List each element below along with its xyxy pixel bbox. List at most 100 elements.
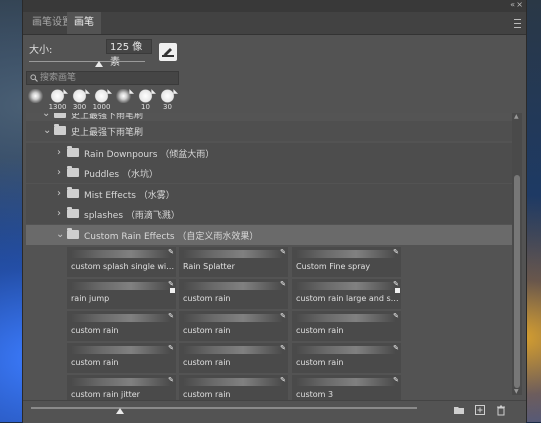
recent-brushes-strip: ◣ 1300 ◣ 300 ◣ 1000 ◣ ◣ 10 ◣ 30 xyxy=(25,88,185,111)
chevron-down-icon[interactable]: ⌄ xyxy=(43,125,51,136)
chevron-right-icon[interactable]: › xyxy=(57,188,61,199)
brush-preset[interactable]: ✎ custom rain xyxy=(179,375,288,403)
folder-icon xyxy=(67,187,79,198)
brush-pen-badge-icon: ✎ xyxy=(168,248,174,256)
recent-brush[interactable]: ◣ 1300 xyxy=(47,88,68,111)
tree-row-label: 史上最强下雨笔刷 xyxy=(71,113,144,121)
panel-bottom-bar xyxy=(23,400,526,423)
brush-preset-name: rain jump xyxy=(71,294,110,303)
recent-brush[interactable]: ◣ 30 xyxy=(157,88,178,111)
brush-preset-name: custom splash single with t... xyxy=(71,262,175,271)
recent-brush[interactable]: ◣ 10 xyxy=(135,88,156,111)
scrollbar-thumb[interactable] xyxy=(514,175,520,388)
brush-stroke-preview xyxy=(183,378,283,386)
size-input[interactable]: 125 像素 xyxy=(106,39,152,68)
tree-row-group[interactable]: › Puddles （水坑） xyxy=(26,163,512,183)
brush-list-scrollbar[interactable]: ▲ ▼ xyxy=(512,113,522,395)
recent-brush[interactable]: ◣ 1000 xyxy=(91,88,112,111)
chevron-right-icon[interactable]: › xyxy=(57,147,61,158)
brush-preset[interactable]: ✎ custom rain jitter xyxy=(67,375,176,403)
recent-brush[interactable] xyxy=(25,89,46,111)
recent-brush[interactable]: ◣ xyxy=(113,88,134,111)
folder-icon xyxy=(67,166,79,177)
brush-preset[interactable]: ✎ custom rain xyxy=(179,279,288,309)
size-slider-thumb[interactable] xyxy=(94,61,103,67)
brush-stroke-preview xyxy=(71,314,171,322)
brush-pen-badge-icon: ✎ xyxy=(280,312,286,320)
brush-stroke-preview xyxy=(183,282,283,290)
brush-edit-icon xyxy=(162,48,174,57)
brush-tip-corner-icon: ◣ xyxy=(173,88,178,95)
brush-preset[interactable]: ✎ custom rain xyxy=(67,343,176,373)
brush-pen-badge-icon: ✎ xyxy=(393,312,399,320)
tree-row-group[interactable]: › splashes （雨滴飞溅） xyxy=(26,204,512,224)
brush-tip-corner-icon: ◣ xyxy=(129,88,134,95)
brush-list: ⌄ 史上最强下雨笔刷 ⌄ 史上最强下雨笔刷 › Rain Downpours （… xyxy=(26,113,512,403)
brush-size-label: 1000 xyxy=(92,103,111,111)
tree-row-group-selected[interactable]: ⌄ Custom Rain Effects （自定义雨水效果） xyxy=(26,225,512,245)
brush-preset-name: Rain Splatter xyxy=(183,262,235,271)
collapse-panel-button[interactable]: « xyxy=(510,0,515,9)
brush-pen-badge-icon: ✎ xyxy=(393,376,399,384)
tree-row-group[interactable]: › Mist Effects （水雾） xyxy=(26,184,512,204)
chevron-right-icon[interactable]: › xyxy=(57,208,61,219)
chevron-down-icon[interactable]: ⌄ xyxy=(42,113,50,119)
preview-size-slider-track[interactable] xyxy=(31,407,417,409)
brush-preset[interactable]: ✎ custom 3 xyxy=(292,375,401,403)
brush-preset[interactable]: ✎ custom rain xyxy=(179,343,288,373)
brush-preset[interactable]: ✎ Rain Splatter xyxy=(179,247,288,277)
brush-preset-name: custom rain jitter xyxy=(71,390,140,399)
chevron-down-icon[interactable]: ⌄ xyxy=(56,229,64,240)
folder-icon xyxy=(67,207,79,218)
tree-row-root[interactable]: ⌄ 史上最强下雨笔刷 xyxy=(26,121,512,141)
chevron-right-icon[interactable]: › xyxy=(57,167,61,178)
brush-preset[interactable]: ✎ custom rain large and small xyxy=(292,279,401,309)
brush-preset[interactable]: ✎ custom splash single with t... xyxy=(67,247,176,277)
brush-tip-corner-icon: ◣ xyxy=(85,88,90,95)
brush-square-badge-icon xyxy=(170,288,175,293)
tree-row-label: Custom Rain Effects （自定义雨水效果） xyxy=(84,232,259,242)
brush-preset-name: Custom Fine spray xyxy=(296,262,371,271)
search-input[interactable] xyxy=(40,72,176,84)
tree-row-label: Mist Effects （水雾） xyxy=(84,191,175,201)
brush-preset[interactable]: ✎ rain jump xyxy=(67,279,176,309)
brush-stroke-preview xyxy=(183,250,283,258)
brush-preset-name: custom rain xyxy=(71,358,119,367)
recent-brush[interactable]: ◣ 300 xyxy=(69,88,90,111)
brush-size-label: 10 xyxy=(141,103,150,111)
brush-preset-name: custom rain xyxy=(183,390,231,399)
brush-preset[interactable]: ✎ custom rain xyxy=(292,343,401,373)
panel-title-strip: « × xyxy=(23,0,526,12)
brush-tip-corner-icon: ◣ xyxy=(107,88,112,95)
brush-preset-name: custom rain xyxy=(183,358,231,367)
brush-preset-name: custom rain xyxy=(296,358,344,367)
tab-brushes[interactable]: 画笔 xyxy=(67,12,101,34)
trash-icon[interactable] xyxy=(495,404,507,416)
new-brush-icon[interactable] xyxy=(474,404,486,416)
folder-icon xyxy=(54,113,66,118)
scroll-down-arrow-icon[interactable]: ▼ xyxy=(514,388,519,395)
panel-tab-bar: 画笔设置 画笔 xyxy=(23,12,526,35)
tree-row-label: Rain Downpours （倾盆大雨） xyxy=(84,150,215,160)
brush-pen-badge-icon: ✎ xyxy=(280,280,286,288)
brush-stroke-preview xyxy=(296,346,396,354)
brush-pen-badge-icon: ✎ xyxy=(280,248,286,256)
preview-size-slider-thumb[interactable] xyxy=(115,408,124,414)
close-panel-button[interactable]: × xyxy=(516,0,523,9)
new-group-icon[interactable] xyxy=(453,404,465,416)
brush-size-label: 30 xyxy=(163,103,172,111)
search-icon xyxy=(30,74,38,82)
folder-icon xyxy=(67,228,79,239)
brush-tip-corner-icon: ◣ xyxy=(151,88,156,95)
panel-menu-icon[interactable] xyxy=(514,19,521,28)
tree-row-group[interactable]: › Rain Downpours （倾盆大雨） xyxy=(26,143,512,163)
brush-preset[interactable]: ✎ custom rain xyxy=(179,311,288,341)
brush-preset-name: custom rain xyxy=(296,326,344,335)
brush-preset[interactable]: ✎ custom rain xyxy=(292,311,401,341)
brush-preset[interactable]: ✎ custom rain xyxy=(67,311,176,341)
brush-preset[interactable]: ✎ Custom Fine spray xyxy=(292,247,401,277)
brush-square-badge-icon xyxy=(395,288,400,293)
size-slider-track[interactable] xyxy=(29,61,145,62)
scroll-up-arrow-icon[interactable]: ▲ xyxy=(514,113,519,120)
toggle-brush-settings-button[interactable] xyxy=(159,43,177,61)
